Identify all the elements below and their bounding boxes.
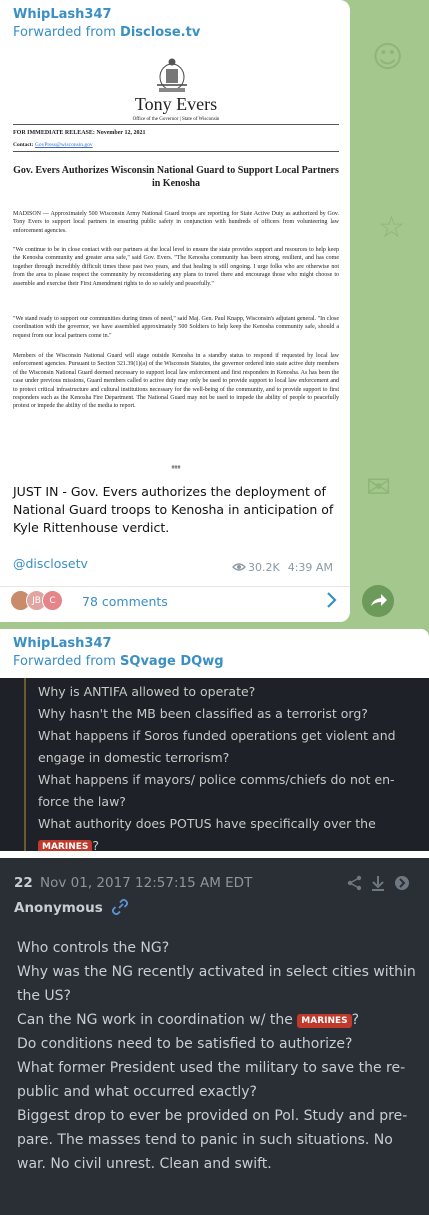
screenshot-post-panel[interactable]: 22 Nov 01, 2017 12:57:15 AM EDT Anonymou… [0, 858, 429, 1215]
question-line: What happens if mayors/ police comms/chi… [38, 772, 395, 809]
question-line: What happens if Soros funded operations … [38, 728, 396, 765]
background-doodle: ☆ [378, 210, 405, 245]
post-line: Do conditions need to be satisfied to au… [17, 1036, 353, 1052]
forwarded-from[interactable]: Forwarded from Disclose.tv [0, 24, 350, 42]
divider [0, 586, 350, 587]
post-line: Why was the NG recently activated in sel… [17, 964, 416, 1004]
paragraph: MADISON — Approximately 500 Wisconsin Ar… [13, 211, 339, 234]
background-doodle: ☺ [372, 40, 404, 75]
paragraph: "We continue to be in close contact with… [13, 247, 339, 287]
end-mark: ### [171, 465, 181, 471]
post-action-icons [347, 875, 409, 891]
background-doodle: ✉ [366, 470, 392, 505]
sender-name[interactable]: WhipLash347 [0, 0, 350, 24]
question-line: What authority does POTUS have specifica… [38, 816, 376, 831]
chevron-right-icon[interactable] [322, 588, 342, 612]
post-date: Nov 01, 2017 12:57:15 AM EDT [40, 875, 253, 891]
paragraph: "We stand ready to support our communiti… [13, 316, 339, 339]
share-arrow-icon [371, 594, 387, 606]
question-line: Why hasn't the MB been classified as a t… [38, 706, 368, 721]
commenter-avatars[interactable]: JB C [10, 590, 74, 612]
post-body: Who controls the NG? Why was the NG rece… [17, 936, 417, 1176]
share-icon [347, 875, 362, 891]
post-line: Who controls the NG? [17, 940, 170, 956]
screenshot-quote-panel[interactable]: Why is ANTIFA allowed to operate? Why ha… [0, 678, 429, 854]
message-bubble: WhipLash347 Forwarded from Disclose.tv T… [0, 0, 350, 622]
divider [13, 124, 339, 125]
share-button[interactable] [362, 585, 394, 617]
sender-name[interactable]: WhipLash347 [0, 629, 429, 653]
post-line: What former President used the military … [17, 1060, 406, 1100]
view-count: 30.2K [248, 561, 280, 574]
message-time: 4:39 AM [287, 561, 333, 574]
paragraph: Members of the Wisconsin National Guard … [13, 353, 339, 410]
release-date: FOR IMMEDIATE RELEASE: November 12, 2021 [13, 130, 146, 136]
download-icon [372, 876, 384, 891]
eye-icon [232, 563, 246, 571]
quote-bar [24, 678, 26, 851]
contact-line: Contact: GovPress@wisconsin.gov [13, 142, 93, 148]
state-seal-icon [157, 58, 187, 92]
message-bubble: WhipLash347 Forwarded from SQvage DQwg W… [0, 629, 429, 1215]
headline: Gov. Evers Authorizes Wisconsin National… [13, 165, 339, 189]
via-link[interactable]: @disclosetv [13, 556, 88, 571]
divider [13, 151, 339, 152]
marines-badge: MARINES [297, 1014, 352, 1028]
avatar: C [42, 590, 63, 611]
post-line: Can the NG work in coordination w/ the M… [17, 1012, 360, 1028]
question-list: Why is ANTIFA allowed to operate? Why ha… [38, 681, 398, 857]
forwarded-from[interactable]: Forwarded from SQvage DQwg [0, 653, 429, 671]
circle-arrow-icon [395, 876, 409, 890]
comments-link[interactable]: 78 comments [82, 594, 168, 609]
divider [0, 851, 429, 858]
press-release-image[interactable]: Tony Evers Office of the Governor | Stat… [13, 50, 339, 475]
message-caption: JUST IN - Gov. Evers authorizes the depl… [13, 484, 334, 535]
post-author: Anonymous [14, 900, 103, 916]
link-icon[interactable] [112, 899, 128, 915]
message-meta: 30.2K 4:39 AM [232, 561, 333, 574]
document-title: Tony Evers [134, 94, 218, 114]
question-line: Why is ANTIFA allowed to operate? [38, 684, 256, 699]
post-number: 22 [14, 875, 33, 891]
post-line: Biggest drop to ever be provided on Pol.… [17, 1108, 408, 1172]
